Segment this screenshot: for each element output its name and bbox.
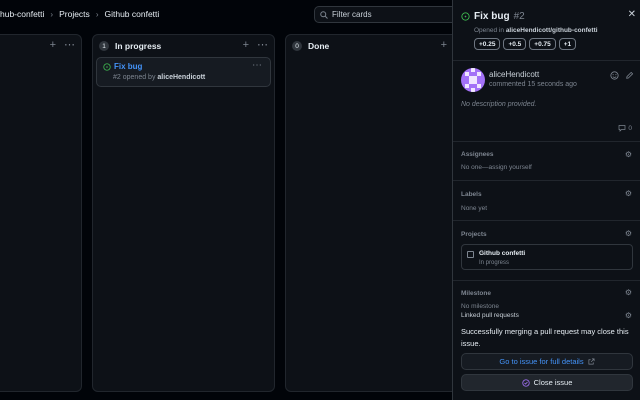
- comment-body: No description provided.: [461, 101, 537, 108]
- issue-open-icon: [103, 62, 111, 71]
- card-title[interactable]: Fix bug: [103, 62, 142, 71]
- comment-count-value: 0: [628, 124, 632, 132]
- card-title-text[interactable]: Fix bug: [114, 62, 142, 71]
- chip-button[interactable]: +1: [558, 38, 577, 50]
- column-title: Done: [308, 41, 330, 51]
- issue-card[interactable]: Fix bug #2 opened by aliceHendicott ⋯: [96, 57, 271, 87]
- column-menu-icon[interactable]: ⋯: [64, 39, 75, 51]
- point-chips: +0.25 +0.5 +0.75 +1: [474, 38, 577, 50]
- board-column-done: 0 Done +: [285, 34, 460, 392]
- table-icon: [467, 251, 474, 258]
- board-column: + ⋯: [0, 34, 82, 392]
- projects-heading: Projects: [461, 231, 487, 238]
- gear-icon[interactable]: ⚙: [625, 311, 632, 320]
- milestone-heading: Milestone: [461, 290, 491, 297]
- go-to-issue-button[interactable]: Go to issue for full details: [461, 353, 633, 370]
- go-to-issue-label: Go to issue for full details: [499, 357, 584, 366]
- panel-title: Fix bug #2: [461, 11, 525, 22]
- card-subtitle: #2 opened by aliceHendicott: [113, 74, 205, 81]
- breadcrumb-org[interactable]: hub-confetti: [0, 9, 44, 19]
- close-icon[interactable]: ✕: [628, 9, 636, 20]
- column-count-badge: 1: [99, 41, 109, 51]
- comment-author[interactable]: aliceHendicott: [489, 70, 539, 79]
- repo-link[interactable]: aliceHendicott/github-confetti: [506, 27, 598, 34]
- gear-icon[interactable]: ⚙: [625, 150, 632, 159]
- close-issue-button[interactable]: Close issue: [461, 374, 633, 391]
- divider: [453, 220, 640, 221]
- comment-icon: [619, 125, 626, 132]
- column-actions: + ⋯: [243, 39, 268, 51]
- divider: [453, 141, 640, 142]
- smiley-icon[interactable]: [610, 71, 619, 80]
- breadcrumb-separator: ›: [95, 9, 99, 19]
- card-menu-icon[interactable]: ⋯: [252, 60, 262, 71]
- issue-open-icon: [461, 12, 470, 21]
- add-item-icon[interactable]: +: [50, 39, 56, 51]
- column-title: In progress: [115, 41, 162, 51]
- column-header: 0 Done: [292, 41, 329, 51]
- breadcrumb-projects[interactable]: Projects: [59, 9, 90, 19]
- column-header: 1 In progress: [99, 41, 161, 51]
- merge-note: Successfully merging a pull request may …: [461, 327, 629, 348]
- divider: [453, 60, 640, 61]
- gear-icon[interactable]: ⚙: [625, 288, 632, 297]
- card-author[interactable]: aliceHendicott: [157, 74, 205, 81]
- breadcrumb-separator: ›: [50, 9, 54, 19]
- filter-cards-search[interactable]: [314, 6, 464, 23]
- search-icon: [320, 10, 328, 19]
- breadcrumb: hub-confetti › Projects › Github confett…: [0, 9, 159, 19]
- panel-opened-in: Opened in aliceHendicott/github-confetti: [474, 27, 598, 34]
- card-opened-text: opened by: [122, 74, 156, 81]
- chip-button[interactable]: +0.5: [503, 38, 527, 50]
- comment-time: commented 15 seconds ago: [489, 81, 577, 88]
- add-item-icon[interactable]: +: [441, 39, 447, 51]
- project-item[interactable]: Github confetti In progress: [461, 244, 633, 270]
- column-actions: +: [441, 39, 447, 51]
- close-issue-label: Close issue: [533, 378, 573, 387]
- divider: [453, 280, 640, 281]
- divider: [453, 180, 640, 181]
- assignees-value[interactable]: No one—assign yourself: [461, 164, 532, 171]
- board-column-in-progress: 1 In progress + ⋯: [92, 34, 275, 392]
- column-actions: + ⋯: [50, 39, 75, 51]
- avatar[interactable]: [461, 68, 485, 92]
- chip-button[interactable]: +0.75: [529, 38, 556, 50]
- panel-title-text: Fix bug: [474, 11, 510, 22]
- card-number: #2: [113, 74, 121, 81]
- column-menu-icon[interactable]: ⋯: [257, 39, 268, 51]
- gear-icon[interactable]: ⚙: [625, 229, 632, 238]
- add-item-icon[interactable]: +: [243, 39, 249, 51]
- milestone-value: No milestone: [461, 303, 499, 310]
- chip-button[interactable]: +0.25: [474, 38, 501, 50]
- issue-side-panel: Fix bug #2 ✕ Opened in aliceHendicott/gi…: [452, 0, 640, 400]
- comment-actions: [610, 71, 634, 80]
- project-name[interactable]: Github confetti: [479, 250, 525, 257]
- comment-count[interactable]: 0: [618, 124, 632, 132]
- labels-value: None yet: [461, 205, 488, 212]
- check-circle-icon: [521, 378, 530, 387]
- assignees-heading: Assignees: [461, 151, 494, 158]
- breadcrumb-project[interactable]: Github confetti: [104, 9, 159, 19]
- filter-cards-input[interactable]: [332, 10, 452, 19]
- project-status: In progress: [479, 260, 510, 266]
- pencil-icon[interactable]: [625, 71, 634, 80]
- column-count-badge: 0: [292, 41, 302, 51]
- external-link-icon: [588, 358, 595, 365]
- gear-icon[interactable]: ⚙: [625, 189, 632, 198]
- labels-heading: Labels: [461, 191, 482, 198]
- linked-prs-heading: Linked pull requests: [461, 312, 519, 319]
- opened-prefix: Opened in: [474, 27, 504, 34]
- panel-issue-number: #2: [513, 11, 525, 22]
